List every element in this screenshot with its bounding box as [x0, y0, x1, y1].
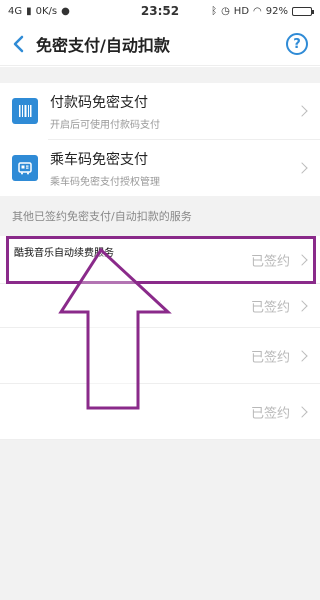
barcode-icon [12, 98, 38, 124]
service-row[interactable]: 已签约 [0, 328, 320, 384]
bus-card-icon [12, 155, 38, 181]
status-right: ᛒ ◷ HD ◠ 92% [211, 5, 314, 17]
chevron-right-icon [296, 349, 308, 362]
service-status: 已签约 [250, 300, 290, 315]
nav-bar: 免密支付/自动扣款 ? [0, 22, 320, 66]
annotation-highlight-box [6, 236, 316, 284]
service-row[interactable]: 已签约 [0, 384, 320, 440]
back-button[interactable] [0, 22, 36, 66]
network-label: 4G [8, 5, 23, 17]
bus-payment-row[interactable]: 乘车码免密支付 乘车码免密支付授权管理 [0, 140, 320, 196]
chevron-right-icon [296, 299, 308, 312]
service-status: 已签约 [250, 350, 290, 365]
barcode-payment-text: 付款码免密支付 开启后可使用付款码支付 [50, 92, 320, 131]
battery-label: 92% [265, 5, 288, 17]
speed-label: 0K/s [35, 5, 58, 17]
section-label: 其他已签约免密支付/自动扣款的服务 [12, 210, 192, 223]
spacer-band [0, 67, 320, 83]
status-left: 4G ▮ 0K/s ● [8, 6, 211, 17]
bottom-band [0, 440, 320, 600]
signal-icon: ▮ [26, 5, 32, 17]
message-icon: ● [61, 5, 70, 17]
help-button[interactable]: ? [286, 33, 308, 55]
status-bar: 4G ▮ 0K/s ● 23:52 ᛒ ◷ HD ◠ 92% [0, 0, 320, 22]
bus-payment-subtitle: 乘车码免密支付授权管理 [50, 176, 160, 188]
barcode-payment-title: 付款码免密支付 [50, 94, 148, 111]
wifi-icon: ◠ [253, 5, 262, 17]
service-row[interactable]: 已签约 [0, 284, 320, 328]
bus-payment-title: 乘车码免密支付 [50, 151, 148, 168]
battery-icon [292, 6, 314, 16]
barcode-payment-row[interactable]: 付款码免密支付 开启后可使用付款码支付 [0, 83, 320, 139]
hd-label: HD [233, 5, 250, 17]
bus-payment-text: 乘车码免密支付 乘车码免密支付授权管理 [50, 149, 320, 188]
barcode-payment-subtitle: 开启后可使用付款码支付 [50, 119, 160, 131]
service-status: 已签约 [250, 406, 290, 421]
bluetooth-icon: ᛒ [211, 5, 218, 17]
chevron-right-icon [296, 405, 308, 418]
back-arrow-icon [13, 35, 24, 52]
page-title: 免密支付/自动扣款 [36, 35, 170, 55]
alarm-icon: ◷ [221, 5, 230, 17]
